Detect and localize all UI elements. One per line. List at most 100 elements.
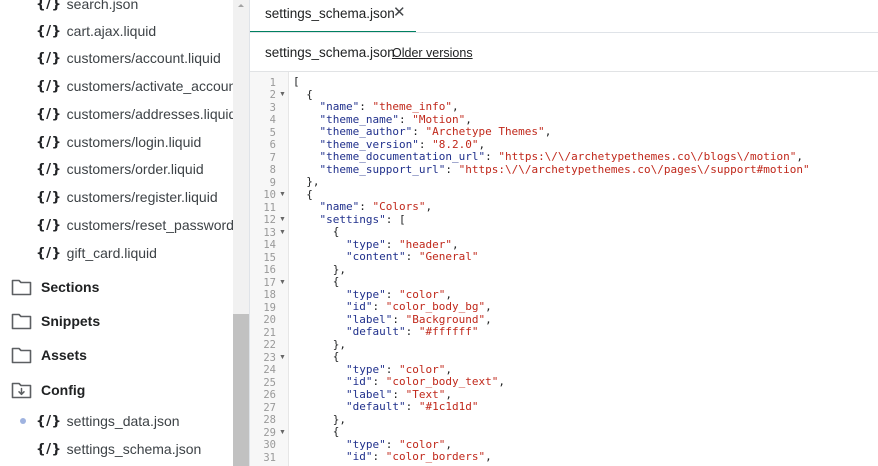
file-label: customers/account.liquid <box>66 50 221 66</box>
tab-label: settings_schema.json <box>265 6 395 21</box>
folder-icon <box>11 347 32 364</box>
code-file-icon: {/} <box>36 0 62 12</box>
fold-arrow-icon[interactable]: ▼ <box>279 352 287 364</box>
file-customers-register[interactable]: {/} customers/register.liquid <box>36 187 218 207</box>
folder-label: Config <box>41 382 86 398</box>
code-editor[interactable]: 1 2 ▼ 3 4 5 6 7 8 9 10 ▼ 11 12 ▼ 13 ▼ 14 15 16 17 ▼ 18 19 20 21 22… <box>250 72 878 466</box>
file-settings-data[interactable]: {/} settings_data.json <box>20 411 180 431</box>
file-gift-card[interactable]: {/} gift_card.liquid <box>36 243 157 263</box>
folder-label: Assets <box>41 347 87 363</box>
code-file-icon: {/} <box>36 217 62 233</box>
line-number: 1 <box>269 76 276 89</box>
fold-arrow-icon[interactable]: ▼ <box>279 277 287 289</box>
file-customers-login[interactable]: {/} customers/login.liquid <box>36 132 201 152</box>
file-label: cart.ajax.liquid <box>66 23 157 39</box>
code-file-icon: {/} <box>36 50 62 66</box>
folder-snippets[interactable]: Snippets <box>11 310 100 332</box>
file-label: customers/order.liquid <box>66 161 204 177</box>
line-number: 15 <box>263 251 276 264</box>
fold-arrow-icon[interactable]: ▼ <box>279 89 287 101</box>
line-number: 8 <box>269 164 276 176</box>
fold-arrow-icon[interactable]: ▼ <box>279 427 287 439</box>
line-number: 10 <box>263 189 276 201</box>
folder-open-icon <box>11 382 32 399</box>
file-title: settings_schema.json <box>265 45 395 60</box>
file-customers-addresses[interactable]: {/} customers/addresses.liquid <box>36 104 233 124</box>
line-number: 20 <box>263 314 276 326</box>
line-number: 3 <box>269 101 276 114</box>
code-file-icon: {/} <box>36 413 62 429</box>
line-number: 6 <box>269 139 276 151</box>
line-number: 4 <box>269 114 276 126</box>
code-file-icon: {/} <box>36 161 62 177</box>
file-label: customers/activate_account.li <box>66 78 233 94</box>
tab-bar-divider <box>250 32 878 33</box>
line-number: 25 <box>263 376 276 389</box>
file-label: gift_card.liquid <box>66 245 157 261</box>
line-number: 12 <box>263 214 276 226</box>
folder-label: Snippets <box>41 313 101 329</box>
file-label: customers/addresses.liquid <box>66 106 233 122</box>
file-search-json[interactable]: {/} search.json <box>36 0 138 14</box>
older-versions-link[interactable]: Older versions <box>392 46 473 60</box>
code-file-icon: {/} <box>36 189 62 205</box>
close-icon[interactable]: ✕ <box>393 3 406 21</box>
file-customers-account[interactable]: {/} customers/account.liquid <box>36 48 221 68</box>
file-tree-sidebar: {/} search.json {/} cart.ajax.liquid {/}… <box>0 0 233 466</box>
code-file-icon: {/} <box>36 245 62 261</box>
line-number: 7 <box>269 151 276 164</box>
line-number: 5 <box>269 126 276 139</box>
file-label: customers/reset_password.lic <box>66 217 233 233</box>
fold-arrow-icon[interactable]: ▼ <box>279 214 287 226</box>
unsaved-dot-icon <box>20 418 26 424</box>
code-file-icon: {/} <box>36 78 62 94</box>
code-file-icon: {/} <box>36 134 62 150</box>
fold-arrow-icon[interactable]: ▼ <box>279 189 287 201</box>
folder-assets[interactable]: Assets <box>11 344 87 366</box>
code-line: "theme_support_url": "https:\/\/archetyp… <box>319 162 810 176</box>
code-file-icon: {/} <box>36 441 62 457</box>
folder-label: Sections <box>41 279 100 295</box>
scroll-up-arrow-icon[interactable] <box>233 0 249 10</box>
file-label: customers/register.liquid <box>66 189 218 205</box>
line-number: 22 <box>263 339 276 351</box>
file-label: settings_data.json <box>66 413 180 429</box>
line-number: 30 <box>263 439 276 451</box>
line-number: 21 <box>263 326 276 339</box>
code-file-icon: {/} <box>36 106 62 122</box>
file-label: settings_schema.json <box>66 441 202 457</box>
folder-icon <box>11 313 32 330</box>
fold-arrow-icon[interactable]: ▼ <box>279 227 287 239</box>
line-number: 2 <box>269 89 276 101</box>
line-number: 29 <box>263 426 276 439</box>
line-number: 9 <box>269 176 276 189</box>
line-number: 19 <box>263 301 276 314</box>
file-customers-order[interactable]: {/} customers/order.liquid <box>36 159 204 179</box>
line-number: 16 <box>263 264 276 276</box>
file-settings-schema[interactable]: {/} settings_schema.json <box>36 439 201 459</box>
file-cart-ajax-liquid[interactable]: {/} cart.ajax.liquid <box>36 21 156 41</box>
file-customers-reset-password[interactable]: {/} customers/reset_password.lic <box>36 215 233 235</box>
folder-icon <box>11 279 32 296</box>
code-line: "id": "color_borders", <box>345 450 492 463</box>
file-label: search.json <box>66 0 139 12</box>
line-number: 14 <box>263 239 276 251</box>
code-file-icon: {/} <box>36 23 62 39</box>
sidebar-scrollbar-thumb[interactable] <box>233 314 249 466</box>
line-number: 28 <box>263 414 276 426</box>
line-number: 27 <box>263 401 276 414</box>
folder-config[interactable]: Config <box>11 379 85 401</box>
file-label: customers/login.liquid <box>66 134 202 150</box>
folder-sections[interactable]: Sections <box>11 276 99 298</box>
line-number: 13 <box>263 226 276 239</box>
line-number-gutter: 1 2 ▼ 3 4 5 6 7 8 9 10 ▼ 11 12 ▼ 13 ▼ 14 15 16 17 ▼ 18 19 20 21 22… <box>250 72 289 466</box>
file-customers-activate-account[interactable]: {/} customers/activate_account.li <box>36 76 233 96</box>
tab-settings-schema[interactable]: settings_schema.json ✕ <box>250 0 416 33</box>
line-number: 24 <box>263 364 276 376</box>
line-number: 23 <box>263 351 276 364</box>
line-number: 31 <box>263 451 276 464</box>
line-number: 11 <box>263 201 276 214</box>
line-number: 17 <box>263 276 276 289</box>
line-number: 26 <box>263 389 276 401</box>
line-number: 18 <box>263 289 276 301</box>
